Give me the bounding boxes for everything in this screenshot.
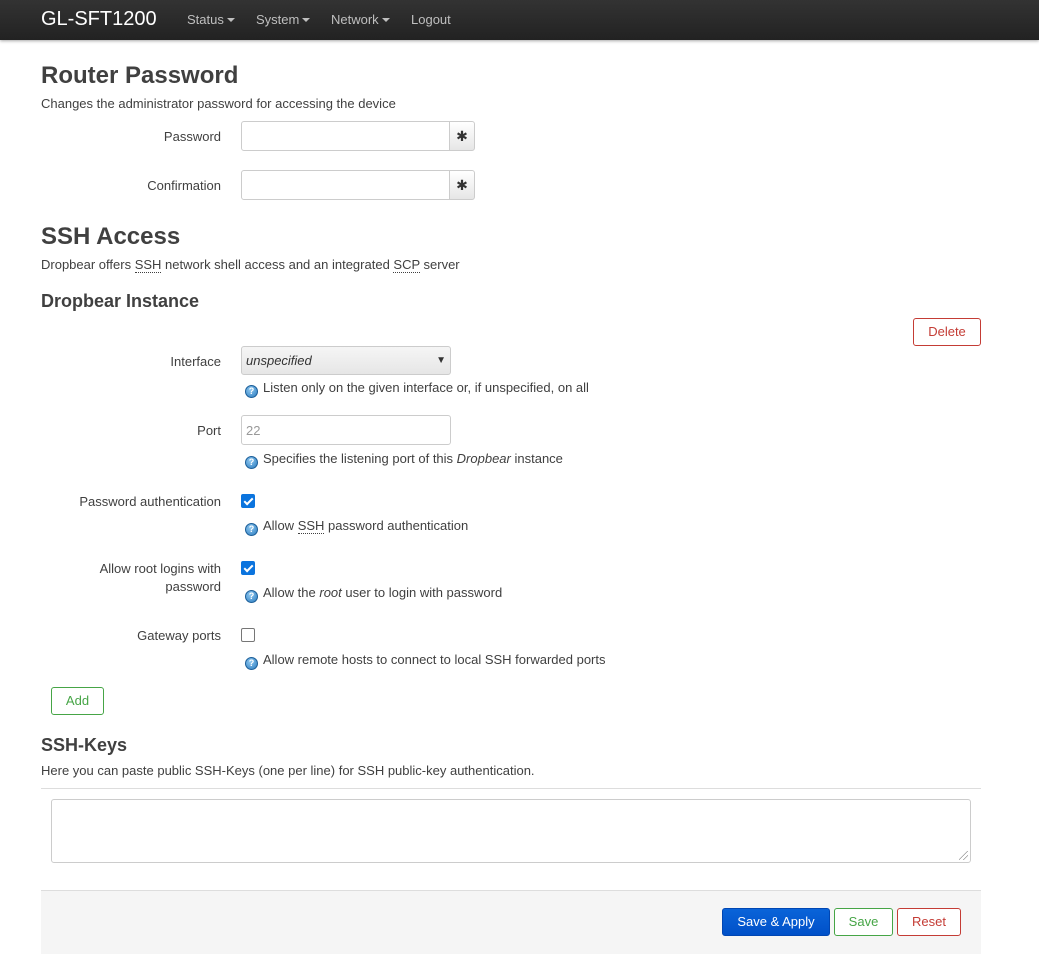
interface-hint-text: Listen only on the given interface or, i… xyxy=(263,380,589,395)
password-auth-checkbox[interactable] xyxy=(241,494,255,508)
help-icon: ? xyxy=(245,456,258,469)
top-navbar: GL-SFT1200 Status System Network Logout xyxy=(0,0,1039,40)
router-password-title: Router Password xyxy=(41,62,239,89)
ssh-abbr: SSH xyxy=(297,518,325,534)
gateway-ports-hint: ? Allow remote hosts to connect to local … xyxy=(245,652,606,670)
caret-down-icon xyxy=(226,17,235,22)
nav-menu-network[interactable]: Network xyxy=(331,12,390,28)
dropbear-instance-title: Dropbear Instance xyxy=(41,291,200,311)
interface-select[interactable]: unspecified ▼ xyxy=(241,346,451,375)
brand-title[interactable]: GL-SFT1200 xyxy=(41,8,157,30)
root-login-hint-suffix: user to login with password xyxy=(341,585,503,600)
ssh-abbr: SSH xyxy=(134,257,162,273)
password-label: Password xyxy=(163,129,221,144)
interface-label: Interface xyxy=(170,354,221,369)
root-login-label: Allow root logins with password xyxy=(41,560,221,596)
save-button[interactable]: Save xyxy=(834,908,893,936)
caret-down-icon xyxy=(302,17,311,22)
help-icon: ? xyxy=(245,590,258,603)
reset-button[interactable]: Reset xyxy=(897,908,961,936)
nav-menu-system-label: System xyxy=(256,12,300,27)
ssh-keys-description: Here you can paste public SSH-Keys (one … xyxy=(41,763,535,778)
resize-grip-icon[interactable] xyxy=(959,851,968,860)
ssh-desc-prefix: Dropbear offers xyxy=(41,257,135,272)
delete-instance-button[interactable]: Delete xyxy=(913,318,981,346)
password-auth-hint-suffix: password authentication xyxy=(324,518,469,533)
password-auth-hint-prefix: Allow xyxy=(263,518,298,533)
router-password-description: Changes the administrator password for a… xyxy=(41,96,396,111)
ssh-access-description: Dropbear offers SSH network shell access… xyxy=(41,257,460,273)
ssh-desc-middle: network shell access and an integrated xyxy=(161,257,394,272)
add-instance-button[interactable]: Add xyxy=(51,687,104,715)
help-icon: ? xyxy=(245,523,258,536)
root-login-label-line1: Allow root logins with xyxy=(99,561,221,576)
save-apply-button[interactable]: Save & Apply xyxy=(722,908,830,936)
nav-menu-system[interactable]: System xyxy=(256,12,311,28)
scp-abbr: SCP xyxy=(393,257,420,273)
port-label: Port xyxy=(197,423,221,438)
root-login-hint: ? Allow the root user to login with passw… xyxy=(245,585,502,603)
port-input[interactable] xyxy=(241,415,451,445)
root-login-hint-em: root xyxy=(319,585,342,600)
gateway-ports-hint-text: Allow remote hosts to connect to local S… xyxy=(263,652,606,667)
interface-hint: ? Listen only on the given interface or, … xyxy=(245,380,589,398)
nav-logout-link[interactable]: Logout xyxy=(411,12,451,28)
caret-down-icon xyxy=(381,17,390,22)
form-actions-bar: Save & Apply Save Reset xyxy=(41,890,981,954)
password-auth-label: Password authentication xyxy=(79,494,221,509)
password-auth-hint: ? Allow SSH password authentication xyxy=(245,518,468,536)
nav-menu-network-label: Network xyxy=(331,12,379,27)
root-login-hint-prefix: Allow the xyxy=(263,585,320,600)
root-login-checkbox[interactable] xyxy=(241,561,255,575)
interface-select-value: unspecified xyxy=(246,353,312,368)
nav-menu-status-label: Status xyxy=(187,12,224,27)
divider xyxy=(41,788,981,789)
help-icon: ? xyxy=(245,657,258,670)
nav-menu-status[interactable]: Status xyxy=(187,12,235,28)
confirmation-label: Confirmation xyxy=(147,178,221,193)
port-hint: ? Specifies the listening port of this Dr… xyxy=(245,451,563,469)
ssh-keys-title: SSH-Keys xyxy=(41,735,128,755)
root-login-label-line2: password xyxy=(165,579,221,594)
confirmation-input[interactable] xyxy=(241,170,450,200)
help-icon: ? xyxy=(245,385,258,398)
port-hint-em: Dropbear xyxy=(456,451,511,466)
confirmation-reveal-button[interactable]: ✱ xyxy=(449,170,475,200)
port-hint-prefix: Specifies the listening port of this xyxy=(263,451,457,466)
password-input[interactable] xyxy=(241,121,450,151)
password-reveal-button[interactable]: ✱ xyxy=(449,121,475,151)
ssh-desc-suffix: server xyxy=(419,257,460,272)
ssh-keys-textarea[interactable] xyxy=(51,799,971,863)
gateway-ports-checkbox[interactable] xyxy=(241,628,255,642)
port-hint-suffix: instance xyxy=(510,451,563,466)
gateway-ports-label: Gateway ports xyxy=(137,628,221,643)
dropdown-arrow-icon: ▼ xyxy=(436,355,446,366)
ssh-access-title: SSH Access xyxy=(41,223,181,250)
